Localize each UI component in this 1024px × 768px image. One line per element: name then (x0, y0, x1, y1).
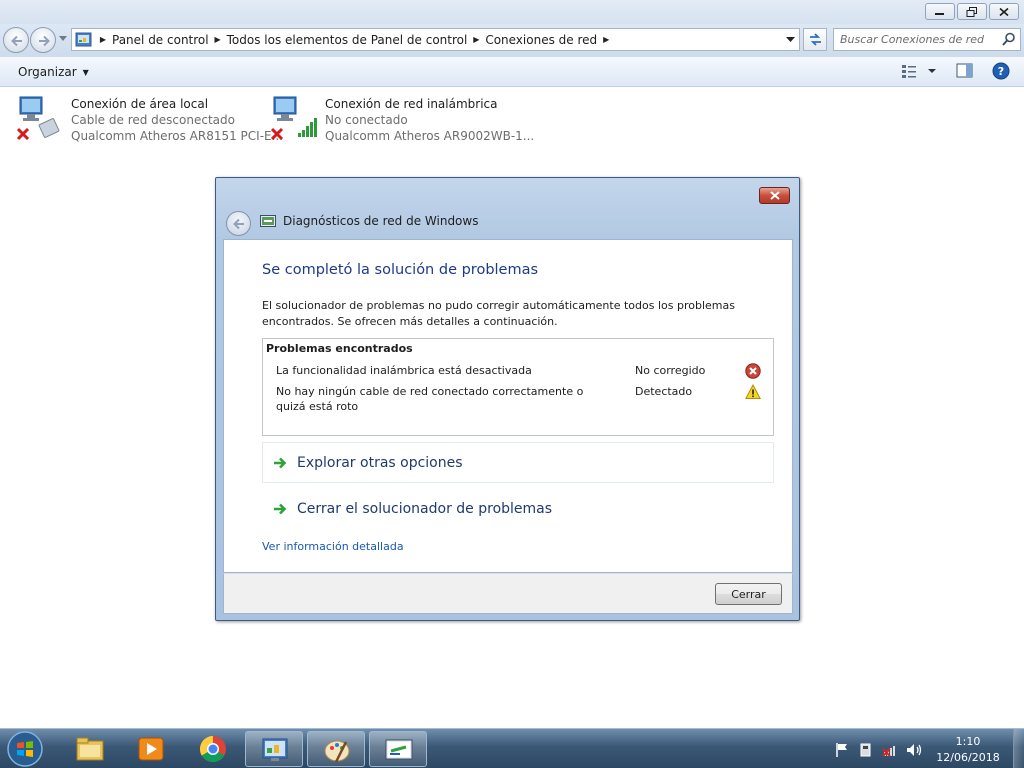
paint-icon (324, 740, 350, 763)
change-view-icon[interactable] (902, 63, 938, 79)
problems-header: Problemas encontrados (266, 342, 413, 355)
chrome-icon (199, 735, 226, 763)
connection-device: Qualcomm Atheros AR9002WB-1... (325, 129, 535, 143)
connection-name: Conexión de área local (71, 97, 209, 111)
breadcrumb-item[interactable]: Panel de control (110, 33, 211, 47)
explorer-titlebar (0, 0, 1024, 24)
detailed-info-link[interactable]: Ver información detallada (262, 540, 404, 553)
connection-status: No conectado (325, 113, 408, 127)
refresh-icon (810, 33, 821, 46)
volume-icon[interactable] (906, 742, 924, 758)
help-icon[interactable]: ? (992, 62, 1010, 80)
result-description: El solucionador de problemas no pudo cor… (262, 299, 735, 328)
problem-description: No hay ningún cable de red conectado cor… (276, 385, 584, 413)
address-field[interactable]: ▶ Panel de control ▶ Todos los elementos… (71, 28, 800, 51)
network-status-icon[interactable] (882, 742, 900, 758)
network-diagnostics-icon (260, 215, 276, 227)
back-arrow-icon (233, 218, 244, 230)
breadcrumb-item[interactable]: Todos los elementos de Panel de control (225, 33, 470, 47)
taskbar-explorer[interactable] (61, 731, 119, 767)
device-tray-icon[interactable] (858, 742, 874, 758)
warning-icon (745, 384, 761, 399)
organize-button[interactable]: Organizar ▼ (10, 63, 97, 81)
control-panel-icon (262, 738, 288, 761)
system-clock[interactable]: 1:10 12/06/2018 (930, 734, 1006, 766)
taskbar-network-diagnostics[interactable] (369, 731, 427, 767)
connection-name: Conexión de red inalámbrica (325, 97, 498, 111)
breadcrumb-item[interactable]: Conexiones de red (483, 33, 599, 47)
dialog-back-button[interactable] (226, 211, 251, 236)
search-box[interactable] (833, 28, 1021, 51)
show-desktop-button[interactable] (1013, 729, 1024, 768)
green-arrow-icon (274, 503, 287, 514)
network-cable-icon (17, 96, 60, 141)
explore-options-button[interactable]: Explorar otras opciones (262, 442, 774, 483)
action-center-flag-icon[interactable] (834, 742, 850, 758)
problem-description: La funcionalidad inalámbrica está desact… (276, 364, 532, 377)
refresh-button[interactable] (803, 28, 827, 51)
media-player-icon (138, 737, 164, 761)
taskbar-media-player[interactable] (122, 731, 180, 767)
diagnostics-dialog: Diagnósticos de red de Windows Se comple… (215, 177, 800, 621)
connection-details: Conexión de red inalámbrica No conectado… (325, 96, 534, 144)
taskbar-chrome[interactable] (184, 731, 242, 767)
command-bar: Organizar ▼ ? (0, 57, 1024, 87)
breadcrumb-separator-icon[interactable]: ▶ (469, 35, 483, 44)
address-dropdown-icon[interactable] (786, 37, 795, 43)
dialog-content: Se completó la solución de problemas El … (223, 239, 793, 573)
address-bar-area: ▶ Panel de control ▶ Todos los elementos… (0, 24, 1024, 57)
svg-text:?: ? (998, 65, 1004, 78)
folder-icon (76, 737, 104, 761)
search-input[interactable] (840, 32, 1000, 47)
breadcrumb-separator-icon[interactable]: ▶ (599, 35, 613, 44)
problems-found-box: Problemas encontrados La funcionalidad i… (262, 338, 774, 436)
restore-icon (966, 6, 977, 17)
problem-status: Detectado (635, 385, 693, 398)
taskbar-paint[interactable] (307, 731, 365, 767)
breadcrumb-separator-icon[interactable]: ▶ (211, 35, 225, 44)
taskbar-control-panel[interactable] (245, 731, 303, 767)
close-window-button[interactable] (989, 3, 1019, 20)
cerrar-button[interactable]: Cerrar (715, 583, 782, 605)
close-icon (770, 191, 780, 200)
breadcrumb: ▶ Panel de control ▶ Todos los elementos… (96, 29, 613, 50)
preview-pane-icon[interactable] (956, 63, 974, 79)
control-panel-icon (75, 32, 92, 47)
problem-status: No corregido (635, 364, 706, 377)
restore-button[interactable] (957, 3, 987, 20)
result-heading: Se completó la solución de problemas (262, 262, 539, 278)
connection-status: Cable de red desconectado (71, 113, 235, 127)
connection-details: Conexión de área local Cable de red desc… (71, 96, 283, 144)
dialog-title: Diagnósticos de red de Windows (283, 214, 479, 228)
close-troubleshooter-button[interactable]: Cerrar el solucionador de problemas (262, 488, 774, 529)
network-diagnostics-icon (385, 739, 413, 760)
breadcrumb-separator-icon[interactable]: ▶ (96, 35, 110, 44)
chevron-down-icon: ▼ (82, 67, 89, 77)
minimize-button[interactable] (925, 3, 955, 20)
search-icon[interactable] (1002, 32, 1016, 46)
back-arrow-icon (11, 35, 22, 47)
organize-label: Organizar (18, 65, 77, 79)
clock-time: 1:10 (955, 735, 981, 748)
dialog-close-button[interactable] (759, 187, 790, 204)
recent-pages-dropdown[interactable] (59, 36, 67, 42)
clock-date: 12/06/2018 (936, 751, 1000, 764)
option-label: Explorar otras opciones (297, 454, 463, 471)
green-arrow-icon (274, 457, 287, 468)
close-icon (999, 7, 1009, 16)
taskbar: 1:10 12/06/2018 (0, 728, 1024, 768)
start-button[interactable] (5, 730, 45, 768)
minimize-icon (935, 12, 944, 15)
wireless-network-icon (271, 96, 317, 141)
option-label: Cerrar el solucionador de problemas (297, 500, 553, 517)
forward-arrow-icon (39, 35, 50, 47)
connection-device: Qualcomm Atheros AR8151 PCI-E... (71, 129, 284, 143)
error-icon (745, 363, 761, 379)
forward-button[interactable] (30, 27, 56, 53)
back-button[interactable] (3, 27, 29, 53)
dialog-footer: Cerrar (223, 573, 793, 614)
